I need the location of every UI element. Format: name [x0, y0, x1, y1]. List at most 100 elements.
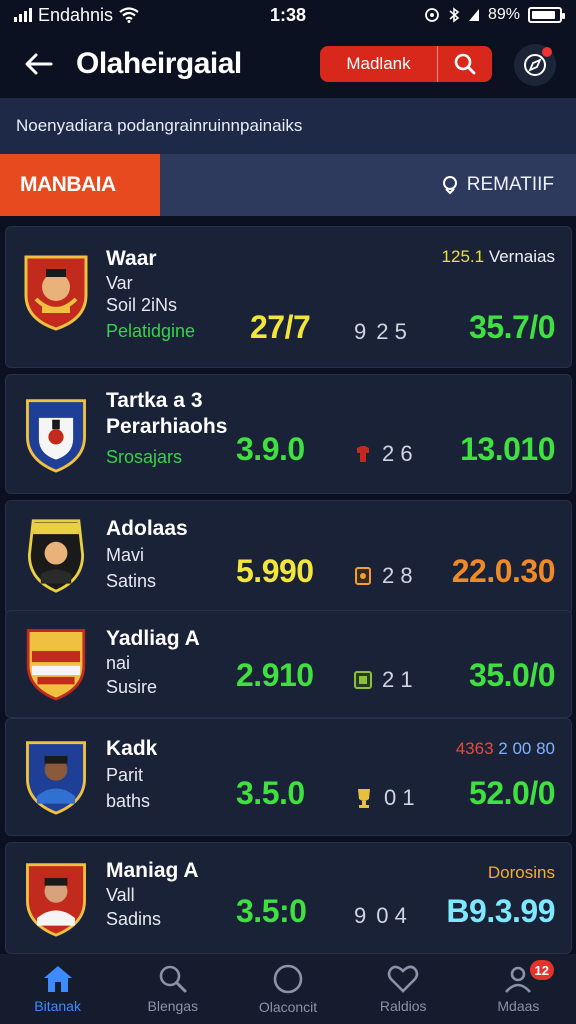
team-name: Tartka a 3 — [106, 389, 203, 412]
nav-home-label: Bitanak — [34, 998, 81, 1014]
trophy-icon — [358, 789, 370, 808]
team-detail: Sadins — [106, 909, 162, 929]
mid-number: 2 6 — [382, 441, 413, 466]
match-mid: 9 2 5 — [354, 319, 407, 345]
signal-icon — [14, 8, 32, 22]
nav-profile[interactable]: Mdaas 12 — [461, 954, 576, 1024]
nav-favorites-label: Raldios — [379, 998, 427, 1014]
home-score: 3.5.0 — [236, 775, 305, 811]
jersey-icon — [357, 446, 369, 462]
team-subtitle: Mavi — [106, 545, 145, 565]
match-mid: 2 6 — [354, 441, 413, 467]
home-score: 5.990 — [236, 553, 314, 589]
tab-row: MANBAIA REMATIIF — [0, 154, 576, 216]
team-crest-icon — [26, 629, 86, 701]
away-score: 13.010 — [460, 431, 555, 467]
nav-circle-label: Olaconcit — [258, 999, 318, 1015]
search-icon — [159, 965, 187, 993]
home-score: 27/7 — [250, 309, 311, 345]
team-crest-icon — [26, 863, 86, 937]
team-crest-icon — [26, 399, 86, 473]
bottom-nav: Bitanak Blengas Olaconcit Raldios Mdaas … — [0, 954, 576, 1024]
mid-icon: 9 — [354, 903, 367, 928]
stats-icon — [354, 671, 372, 689]
nav-favorites[interactable]: Raldios — [346, 954, 461, 1024]
mid-number: 2 8 — [382, 563, 413, 588]
nav-search-label: Blengas — [147, 998, 199, 1014]
home-score: 3.9.0 — [236, 431, 305, 467]
team-detail: baths — [106, 791, 151, 811]
mid-icon: 9 — [354, 319, 367, 344]
notification-badge: 12 — [529, 960, 555, 980]
team-name: Adolaas — [106, 517, 188, 540]
match-mid: 2 8 — [354, 563, 413, 589]
status-right: 89% — [424, 6, 565, 24]
home-icon — [43, 966, 72, 992]
tab-rematiif[interactable]: REMATIIF — [441, 154, 554, 216]
mid-number: 0 1 — [384, 785, 415, 810]
back-arrow-icon — [25, 53, 53, 75]
team-crest-icon — [27, 519, 85, 593]
nav-home[interactable]: Bitanak — [0, 954, 115, 1024]
status-bar: Endahnis 1:38 89% — [0, 0, 576, 30]
team-crest-icon — [24, 255, 88, 331]
away-score: 52.0/0 — [469, 775, 555, 811]
search-icon — [454, 53, 476, 75]
battery-icon — [528, 7, 565, 23]
match-list: Waar Var Soil 2iNs Pelatidgine 125.1 Ver… — [0, 216, 576, 954]
meta-label: Dorosins — [487, 863, 555, 882]
nav-search[interactable]: Blengas — [115, 954, 230, 1024]
search-label[interactable]: Madlank — [320, 46, 438, 82]
header-search[interactable]: Madlank — [320, 46, 492, 82]
nav-profile-label: Mdaas — [497, 998, 540, 1014]
nav-circle[interactable]: Olaconcit — [230, 954, 345, 1024]
team-subtitle: Vall — [106, 885, 135, 905]
match-card[interactable]: Maniag A Vall Sadins Dorosins 3.5:0 9 0 … — [5, 842, 572, 954]
team-name: Kadk — [106, 737, 158, 760]
meta-number: 4363 — [455, 739, 494, 758]
team-crest-icon — [26, 741, 86, 815]
match-mid: 9 0 4 — [354, 903, 407, 929]
away-score: 35.7/0 — [469, 309, 555, 345]
home-score: 3.5:0 — [236, 893, 307, 929]
battery-percent: 89% — [487, 6, 520, 23]
home-score: 2.910 — [236, 657, 314, 693]
match-meta: Dorosins — [488, 863, 555, 883]
search-button[interactable] — [438, 52, 492, 76]
team-subtitle: Parit — [106, 765, 144, 785]
meta-number: 125.1 — [441, 247, 485, 266]
mid-number: 2 5 — [376, 319, 407, 344]
mid-number: 2 1 — [382, 667, 413, 692]
team-name: Waar — [106, 247, 157, 270]
back-button[interactable] — [18, 44, 58, 84]
card-icon — [355, 567, 371, 585]
meta-label: Vernaias — [488, 247, 555, 266]
notification-button[interactable] — [514, 44, 556, 86]
team-detail: Satins — [106, 571, 157, 591]
tab-manbaia[interactable]: MANBAIA — [0, 154, 160, 216]
match-meta: 4363 2 00 80 — [456, 739, 555, 759]
notification-dot — [542, 47, 552, 57]
team-detail: Susire — [106, 677, 158, 697]
tab-manbaia-label: MANBAIA — [20, 173, 116, 196]
signal-small-icon — [468, 9, 479, 21]
team-status: Srosajars — [106, 447, 183, 467]
team-name: Maniag A — [106, 859, 199, 882]
team-status: Pelatidgine — [106, 321, 196, 341]
status-left: Endahnis — [14, 5, 139, 26]
match-card[interactable]: Yadliag A nai Susire 2.910 2 1 35.0/0 — [5, 610, 572, 718]
mid-number: 0 4 — [376, 903, 407, 928]
carrier-label: Endahnis — [38, 4, 114, 25]
away-score: B9.3.99 — [446, 893, 555, 929]
team-subtitle: Perarhiaohs — [106, 415, 228, 438]
team-detail: Soil 2iNs — [106, 295, 178, 315]
away-score: 35.0/0 — [469, 657, 555, 693]
heart-icon — [387, 965, 419, 993]
match-meta: 125.1 Vernaias — [442, 247, 555, 267]
match-card[interactable]: Adolaas Mavi Satins 5.990 2 8 22.0.30 — [5, 500, 572, 616]
match-card[interactable]: Waar Var Soil 2iNs Pelatidgine 125.1 Ver… — [5, 226, 572, 368]
match-card[interactable]: Tartka a 3 Perarhiaohs Srosajars 3.9.0 2… — [5, 374, 572, 494]
match-card[interactable]: Kadk Parit baths 4363 2 00 80 3.5.0 0 1 … — [5, 718, 572, 836]
team-name: Yadliag A — [106, 627, 200, 650]
battery-level — [532, 11, 556, 19]
